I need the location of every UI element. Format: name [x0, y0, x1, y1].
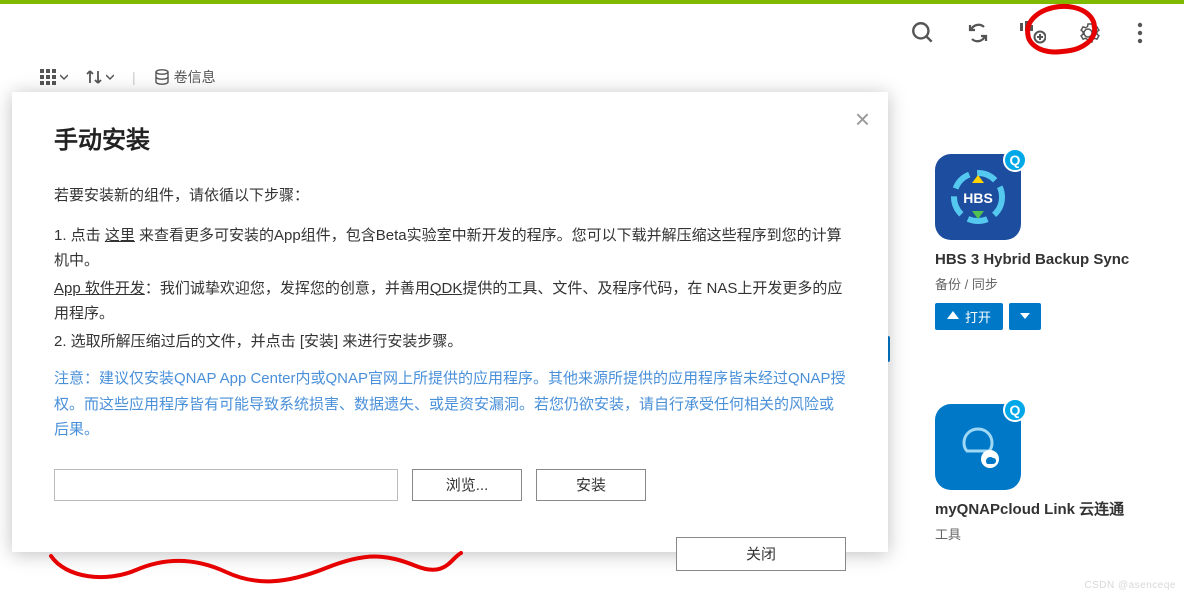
- close-icon[interactable]: ×: [855, 106, 870, 132]
- sort-toggle[interactable]: [86, 69, 114, 85]
- dialog-body: 若要安装新的组件，请依循以下步骤： 1. 点击 这里 来查看更多可安装的App组…: [54, 183, 846, 571]
- top-toolbar: [0, 4, 1184, 62]
- notice-label: 注意: [54, 370, 84, 387]
- q-badge-icon: Q: [1003, 148, 1027, 172]
- file-input-row: 浏览... 安装: [54, 469, 846, 501]
- notice-body: ：建议仅安装QNAP App Center内或QNAP官网上所提供的应用程序。其…: [54, 370, 846, 438]
- refresh-icon[interactable]: [966, 21, 990, 45]
- step1-prefix: 1. 点击: [54, 227, 105, 244]
- app-card-myqnapcloud: Q myQNAPcloud Link 云连通 工具: [935, 404, 1175, 543]
- browse-button[interactable]: 浏览...: [412, 469, 522, 501]
- app-category: 工具: [935, 524, 1175, 543]
- gear-icon[interactable]: [1076, 21, 1100, 45]
- app-title: myQNAPcloud Link 云连通: [935, 500, 1175, 520]
- qdk-link[interactable]: QDK: [430, 280, 463, 297]
- myqnapcloud-app-icon[interactable]: Q: [935, 404, 1021, 490]
- appdev-mid: ：我们诚挚欢迎您，发挥您的创意，并善用: [145, 280, 430, 297]
- app-title: HBS 3 Hybrid Backup Sync: [935, 250, 1175, 270]
- open-label: 打开: [965, 307, 991, 326]
- volume-info-button[interactable]: 卷信息: [154, 67, 216, 87]
- close-button[interactable]: 关闭: [676, 537, 846, 571]
- hbs-app-icon[interactable]: HBS Q: [935, 154, 1021, 240]
- manual-install-dialog: × 手动安装 若要安装新的组件，请依循以下步骤： 1. 点击 这里 来查看更多可…: [12, 92, 888, 552]
- app-category: 备份 / 同步: [935, 274, 1175, 293]
- notice-text: 注意：建议仅安装QNAP App Center内或QNAP官网上所提供的应用程序…: [54, 366, 846, 443]
- watermark-text: CSDN @asenceqe: [1084, 580, 1176, 591]
- toolbar-divider: |: [132, 69, 136, 85]
- here-link[interactable]: 这里: [105, 227, 135, 244]
- dialog-title: 手动安装: [54, 120, 846, 155]
- app-options-dropdown[interactable]: [1009, 303, 1041, 330]
- intro-text: 若要安装新的组件，请依循以下步骤：: [54, 183, 846, 209]
- grid-view-toggle[interactable]: [40, 69, 68, 85]
- page-content: n HBS Q HBS 3 Hybrid Backup Sync 备份 / 同步…: [0, 92, 1184, 595]
- sub-toolbar: | 卷信息: [0, 62, 1184, 92]
- step1-line: 1. 点击 这里 来查看更多可安装的App组件，包含Beta实验室中新开发的程序…: [54, 223, 846, 274]
- app-dev-link[interactable]: App 软件开发: [54, 280, 145, 297]
- manual-install-icon[interactable]: [1020, 21, 1046, 45]
- q-badge-icon: Q: [1003, 398, 1027, 422]
- more-vert-icon[interactable]: [1130, 21, 1150, 45]
- appdev-line: App 软件开发：我们诚挚欢迎您，发挥您的创意，并善用QDK提供的工具、文件、及…: [54, 276, 846, 327]
- search-icon[interactable]: [910, 20, 936, 46]
- file-path-input[interactable]: [54, 469, 398, 501]
- step2-text: 2. 选取所解压缩过后的文件，并点击 [安装] 来进行安装步骤。: [54, 329, 846, 355]
- open-app-button[interactable]: 打开: [935, 303, 1003, 330]
- install-button[interactable]: 安装: [536, 469, 646, 501]
- app-card-hbs: HBS Q HBS 3 Hybrid Backup Sync 备份 / 同步 打…: [935, 154, 1175, 330]
- step1-rest: 来查看更多可安装的App组件，包含Beta实验室中新开发的程序。您可以下载并解压…: [54, 227, 842, 270]
- svg-text:HBS: HBS: [963, 190, 993, 206]
- volume-info-label: 卷信息: [174, 67, 216, 87]
